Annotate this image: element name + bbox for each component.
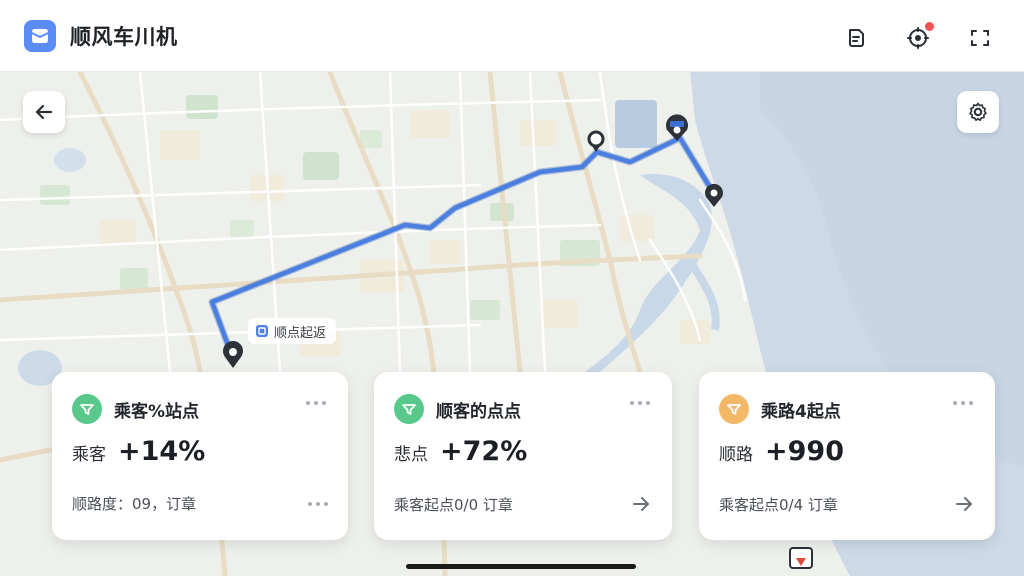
scan-icon xyxy=(971,30,989,46)
location-button[interactable] xyxy=(898,18,938,58)
arrow-right-icon[interactable] xyxy=(953,493,975,515)
app-logo-icon xyxy=(24,19,56,52)
location-tag-icon xyxy=(256,325,268,337)
notification-dot xyxy=(925,22,934,31)
filter-badge-icon xyxy=(719,394,749,424)
metric-value: +72% xyxy=(440,436,528,467)
more-options-icon[interactable] xyxy=(953,399,973,407)
more-options-icon[interactable] xyxy=(630,399,650,407)
metric-label: 悲点 xyxy=(394,445,428,465)
more-options-icon[interactable] xyxy=(306,399,326,407)
card-footer-text: 乘客起点0/0 订章 xyxy=(394,495,513,514)
app-title: 顺风车川机 xyxy=(70,24,178,49)
metric-label: 顺路 xyxy=(719,445,753,465)
top-bar: 顺风车川机 xyxy=(0,0,1024,72)
card-title: 顺客的点点 xyxy=(436,401,521,422)
card-title: 乘路4起点 xyxy=(761,401,841,422)
map-location-label[interactable]: 顺点起返 xyxy=(248,318,337,344)
footer-more-icon[interactable] xyxy=(308,500,328,508)
card-title: 乘客%站点 xyxy=(114,401,200,422)
scan-button[interactable] xyxy=(960,18,1000,58)
card-footer-text: 顺路度：09，订章 xyxy=(72,495,197,513)
document-icon xyxy=(849,29,864,47)
card-footer-text: 乘客起点0/4 订章 xyxy=(719,495,838,514)
summary-card[interactable]: 顺客的点点 悲点 +72% 乘客起点0/0 订章 xyxy=(374,372,672,540)
home-indicator[interactable] xyxy=(406,564,636,569)
summary-card[interactable]: 乘路4起点 顺路 +990 乘客起点0/4 订章 xyxy=(699,372,995,540)
gear-icon xyxy=(969,102,987,121)
map-label-text: 顺点起返 xyxy=(274,325,327,341)
metric-value: +990 xyxy=(765,436,844,467)
metric-label: 乘客 xyxy=(72,445,106,465)
filter-badge-icon xyxy=(72,394,102,424)
filter-badge-icon xyxy=(394,394,424,424)
arrow-right-icon[interactable] xyxy=(630,493,652,515)
back-button[interactable] xyxy=(23,91,65,133)
settings-button[interactable] xyxy=(957,91,999,133)
summary-card[interactable]: 乘客%站点 乘客 +14% 顺路度：09，订章 xyxy=(52,372,348,540)
arrow-left-icon xyxy=(35,104,53,120)
metric-value: +14% xyxy=(118,436,206,467)
document-button[interactable] xyxy=(836,18,876,58)
